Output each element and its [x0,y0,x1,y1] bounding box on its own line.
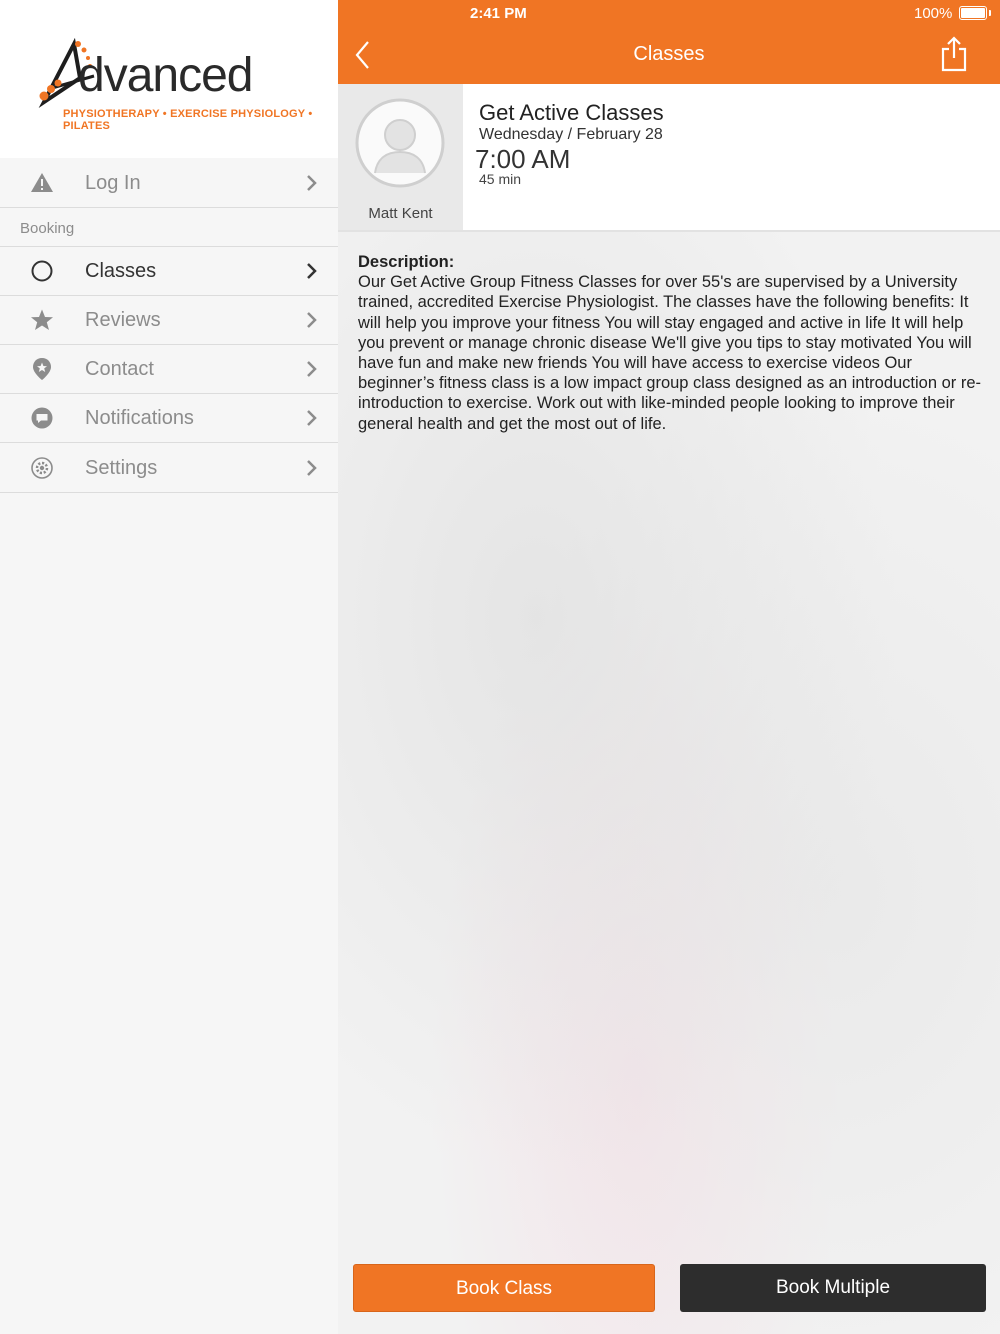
chevron-right-icon [307,410,317,426]
class-card: Matt Kent Get Active Classes Wednesday /… [338,84,1000,232]
sidebar-item-settings[interactable]: Settings [0,444,338,493]
brand-wordmark: dvanced [78,49,253,102]
star-icon [31,309,53,330]
book-multiple-button[interactable]: Book Multiple [680,1264,986,1312]
sidebar: dvanced PHYSIOTHERAPY • EXERCISE PHYSIOL… [0,0,338,1334]
chat-bubble-icon [31,407,53,429]
battery-icon [959,6,991,20]
instructor-panel: Matt Kent [338,84,463,230]
location-pin-icon [33,358,51,380]
page-title: Classes [633,43,705,65]
instructor-name: Matt Kent [368,205,433,222]
gear-icon [31,457,53,479]
sidebar-item-label: Settings [85,457,158,479]
class-duration: 45 min [479,171,522,187]
warning-icon [31,173,53,192]
status-time: 2:41 PM [470,5,527,22]
chevron-right-icon [307,175,317,191]
sidebar-item-classes[interactable]: Classes [0,247,338,296]
sidebar-item-label: Classes [85,260,157,282]
circle-icon [31,260,53,282]
brand-logo: dvanced PHYSIOTHERAPY • EXERCISE PHYSIOL… [0,0,338,158]
book-class-button[interactable]: Book Class [353,1264,655,1312]
class-date: Wednesday / February 28 [479,126,663,143]
section-label-booking: Booking [20,220,75,237]
sidebar-item-login[interactable]: Log In [0,159,338,208]
battery-percentage: 100% [914,5,953,22]
sidebar-item-reviews[interactable]: Reviews [0,296,338,345]
sidebar-item-label: Contact [85,358,154,380]
chevron-right-icon [307,263,317,279]
chevron-right-icon [307,361,317,377]
sidebar-item-label: Notifications [85,407,194,429]
chevron-right-icon [307,460,317,476]
nav-bar: 2:41 PM 100% Classes [338,0,1000,84]
main-panel: 2:41 PM 100% Classes Matt Kent Get Activ… [338,0,1000,1334]
sidebar-item-notifications[interactable]: Notifications [0,394,338,443]
avatar [355,98,445,188]
description-text: Our Get Active Group Fitness Classes for… [358,273,982,433]
chevron-right-icon [307,312,317,328]
sidebar-item-contact[interactable]: Contact [0,345,338,394]
sidebar-item-label: Log In [85,172,141,194]
description-heading: Description: [358,253,455,271]
sidebar-item-label: Reviews [85,309,161,331]
brand-tagline: PHYSIOTHERAPY • EXERCISE PHYSIOLOGY • PI… [63,108,313,132]
share-button[interactable] [940,36,968,72]
class-name: Get Active Classes [479,100,664,125]
description: Description: Our Get Active Group Fitnes… [358,252,983,434]
